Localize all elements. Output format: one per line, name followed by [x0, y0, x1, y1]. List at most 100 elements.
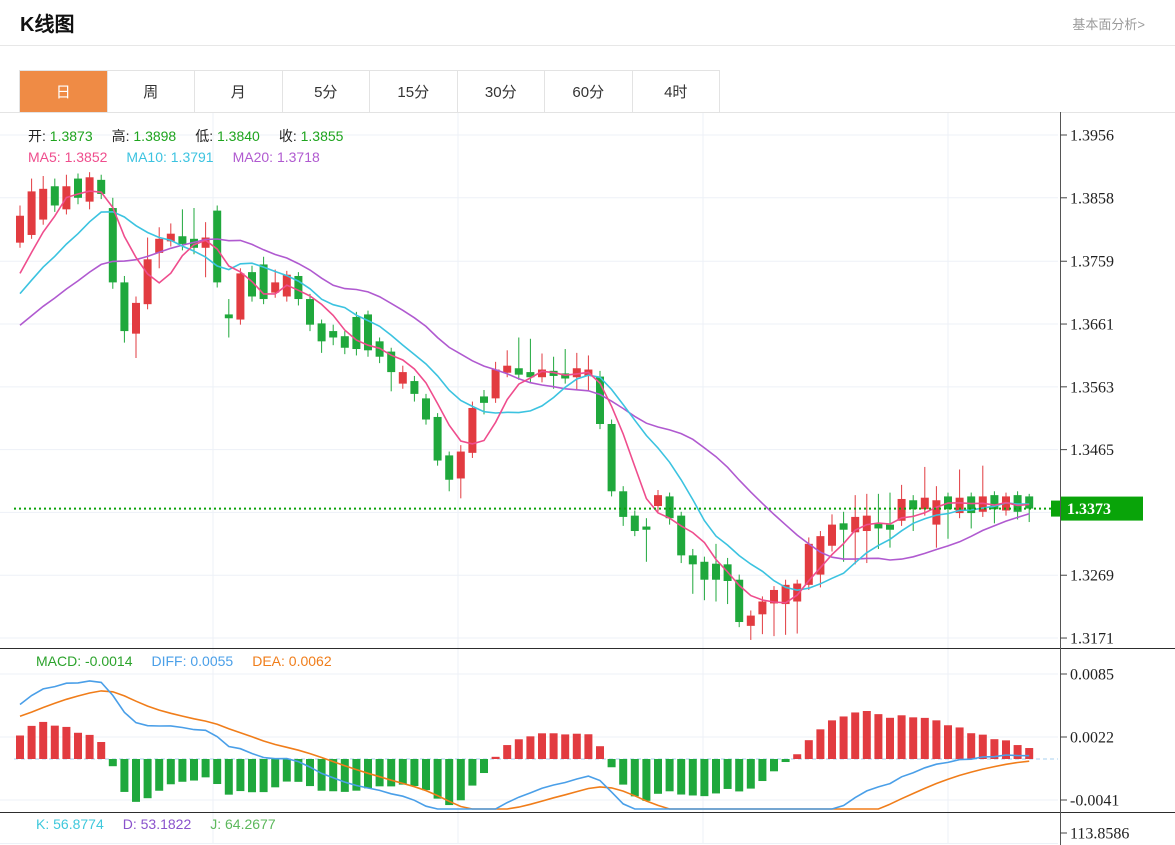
candle — [143, 259, 152, 305]
macd-bar — [630, 759, 639, 797]
macd-bar — [596, 746, 604, 759]
legend-item: MA20: 1.3718 — [232, 149, 320, 165]
macd-bar — [978, 734, 987, 759]
candle — [862, 515, 871, 532]
macd-bar — [456, 759, 465, 801]
macd-bar — [271, 759, 280, 788]
macd-bar — [654, 759, 662, 794]
candle — [932, 500, 941, 525]
axis-label: 113.8586 — [1070, 826, 1129, 843]
candle — [410, 381, 419, 394]
macd-bar — [480, 759, 488, 774]
period-tab-bar: 日周月 5分 15分 30分 60分 4时 — [19, 70, 720, 113]
kline-chart[interactable]: 1.3956 1.3858 1.3759 1.3661 1.3563 1.3465 1.32… — [0, 112, 1175, 845]
legend-item: MA10: 1.3791 — [126, 149, 214, 165]
axis-label: 1.3563 — [1070, 379, 1114, 396]
candle — [433, 416, 442, 461]
macd-bar — [607, 759, 616, 768]
macd-legend: MACD: -0.0014 DIFF: 0.0055 DEA: 0.0062 — [36, 653, 351, 669]
macd-bar — [201, 759, 210, 778]
macd-bar — [50, 725, 59, 759]
macd-bar — [688, 759, 697, 796]
macd-bar — [886, 717, 894, 759]
macd-bar — [816, 729, 825, 759]
candle — [340, 336, 349, 348]
candle — [39, 188, 48, 220]
kdj-legend: K: 56.8774 D: 53.1822 J: 64.2677 — [36, 816, 295, 832]
macd-bar — [909, 717, 918, 759]
macd-bar — [224, 759, 233, 795]
ohlc-legend: 开: 1.3873 高: 1.3898 低: 1.3840 收: 1.3855 — [28, 126, 362, 146]
tab-month[interactable]: 月 — [195, 71, 283, 112]
fundamental-analysis-link[interactable]: 基本面分析> — [1072, 14, 1145, 33]
macd-bar — [514, 739, 523, 759]
candle — [329, 331, 338, 338]
macd-bar — [526, 736, 535, 759]
macd-bar — [735, 759, 744, 792]
tab-week[interactable]: 周 — [107, 71, 195, 112]
candle — [688, 555, 697, 565]
axis-label: -0.0041 — [1070, 793, 1119, 810]
macd-bar — [445, 759, 454, 806]
candle — [120, 282, 129, 332]
candle — [920, 497, 929, 510]
macd-bar — [770, 759, 778, 772]
macd-bar — [306, 759, 314, 787]
candle — [712, 563, 720, 580]
candle — [422, 398, 430, 420]
macd-bar — [248, 759, 256, 793]
macd-bar — [282, 759, 291, 782]
macd-bar — [398, 759, 407, 785]
candle — [398, 372, 407, 384]
current-price-pointer — [1051, 500, 1060, 517]
candle — [503, 365, 512, 373]
macd-bar — [1025, 748, 1034, 759]
axis-label: 1.3956 — [1070, 128, 1114, 145]
legend-item: MA5: 1.3852 — [28, 149, 108, 165]
macd-bar — [178, 759, 187, 782]
legend-item: K: 56.8774 — [36, 816, 104, 832]
macd-bar — [897, 715, 906, 759]
legend-item: J: 64.2677 — [210, 816, 276, 832]
candle — [352, 316, 361, 350]
macd-bar — [97, 742, 106, 759]
macd-bar — [16, 735, 24, 759]
tab-60min[interactable]: 60分 — [545, 71, 633, 112]
macd-bar — [375, 759, 384, 787]
tab-30min[interactable]: 30分 — [457, 71, 545, 112]
candle — [480, 396, 488, 403]
legend-item: 低: 1.3840 — [195, 128, 260, 144]
macd-bar — [944, 725, 952, 759]
candle — [677, 515, 686, 556]
macd-bar — [561, 734, 570, 759]
macd-bar — [804, 740, 813, 759]
macd-bar — [387, 759, 396, 787]
macd-bar — [132, 759, 140, 802]
candle — [654, 495, 662, 507]
ma-legend: MA5: 1.3852 MA10: 1.3791 MA20: 1.3718 — [28, 149, 339, 165]
candle — [839, 523, 848, 530]
macd-bar — [920, 717, 929, 759]
candle — [746, 615, 755, 626]
candle — [514, 368, 523, 375]
tab-4hour[interactable]: 4时 — [632, 71, 719, 112]
legend-item: 开: 1.3873 — [28, 128, 93, 144]
ma20-line — [19, 238, 1030, 561]
candle — [16, 215, 24, 243]
macd-bar — [39, 721, 48, 759]
macd-bar — [259, 759, 268, 793]
tab-5min[interactable]: 5分 — [282, 71, 370, 112]
macd-bar — [503, 745, 512, 759]
axis-label: 0.0085 — [1070, 667, 1114, 684]
tab-day[interactable]: 日 — [20, 71, 108, 112]
macd-bar — [491, 756, 500, 759]
macd-bar — [862, 711, 871, 759]
candle — [456, 451, 465, 479]
macd-bar — [677, 759, 686, 795]
macd-bar — [433, 759, 442, 799]
macd-bar — [700, 759, 709, 797]
macd-bar — [793, 754, 802, 759]
legend-item: MACD: -0.0014 — [36, 653, 133, 669]
tab-15min[interactable]: 15分 — [370, 71, 458, 112]
candle — [619, 491, 628, 517]
